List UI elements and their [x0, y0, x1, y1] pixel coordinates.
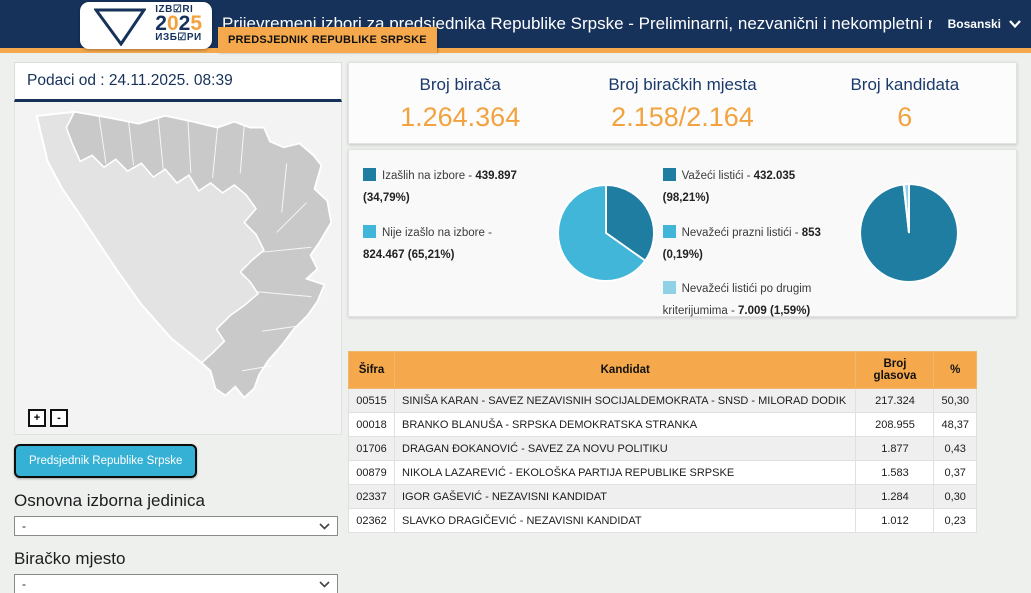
main-content: Podaci od : 24.11.2025. 08:39 + -: [0, 53, 1031, 593]
osnovna-izborna-jedinica-select[interactable]: -: [14, 516, 338, 536]
chevron-down-icon: [319, 523, 330, 530]
table-cell: 0,23: [934, 509, 977, 533]
stat-value: 2.158/2.164: [571, 102, 793, 133]
results-table: Šifra Kandidat Broj glasova % 00515SINIŠ…: [348, 351, 977, 533]
elections-2025-logo[interactable]: IZB☑RI 2025 ИЗБ☑РИ: [80, 2, 212, 49]
table-cell: 0,30: [934, 485, 977, 509]
filter-label-biracko-mjesto: Biračko mjesto: [14, 549, 342, 569]
table-cell: 02362: [349, 509, 395, 533]
logo-text: IZB☑RI 2025 ИЗБ☑РИ: [155, 5, 202, 43]
legend-text: Nevažeći prazni listići - 853 (0,19%): [663, 227, 821, 261]
turnout-legend: Izašlih na izbore - 439.897 (34,79%) Nije…: [363, 162, 533, 279]
table-cell: 1.877: [856, 437, 934, 461]
table-cell: 0,43: [934, 437, 977, 461]
table-cell: 00879: [349, 461, 395, 485]
stat-card: Broj biračkih mjesta 2.158/2.164: [571, 75, 793, 133]
legend-item: Izašlih na izbore - 439.897 (34,79%): [363, 166, 533, 210]
table-cell: SINIŠA KARAN - SAVEZ NEZAVISNIH SOCIJALD…: [395, 389, 856, 413]
ballots-legend: Važeći listići - 432.035 (98,21%) Nevažeć…: [663, 162, 835, 336]
legend-item: Nevažeći prazni listići - 853 (0,19%): [663, 223, 835, 267]
table-row: 01706DRAGAN ĐOKANOVIĆ - SAVEZ ZA NOVU PO…: [349, 437, 977, 461]
table-cell: 1.284: [856, 485, 934, 509]
col-header-kandidat: Kandidat: [395, 352, 856, 389]
summary-stats: Broj birača 1.264.364Broj biračkih mjesta…: [348, 62, 1017, 144]
ballots-pie-chart: [857, 181, 961, 285]
chevron-down-icon: [319, 581, 330, 588]
filter-label-osnovna-izborna-jedinica: Osnovna izborna jedinica: [14, 491, 342, 511]
legend-text: Izašlih na izbore - 439.897 (34,79%): [363, 170, 517, 204]
logo-year: 2025: [155, 13, 202, 34]
table-row: 02337IGOR GAŠEVIĆ - NEZAVISNI KANDIDAT1.…: [349, 485, 977, 509]
select-value: -: [22, 577, 26, 591]
legend-item: Važeći listići - 432.035 (98,21%): [663, 166, 835, 210]
turnout-chart: Izašlih na izbore - 439.897 (34,79%) Nije…: [359, 162, 657, 304]
table-cell: SLAVKO DRAGIČEVIĆ - NEZAVISNI KANDIDAT: [395, 509, 856, 533]
legend-text: Nevažeći listići po drugim kriterijumima…: [663, 283, 812, 317]
stat-card: Broj kandidata 6: [794, 75, 1016, 133]
chevron-down-icon: [1009, 20, 1021, 28]
table-cell: DRAGAN ĐOKANOVIĆ - SAVEZ ZA NOVU POLITIK…: [395, 437, 856, 461]
table-cell: 00018: [349, 413, 395, 437]
app-header: IZB☑RI 2025 ИЗБ☑РИ Prijevremeni izbori z…: [0, 0, 1031, 48]
logo-line2: ИЗБ☑РИ: [155, 33, 202, 43]
legend-swatch: [663, 281, 676, 294]
col-header-pct: %: [934, 352, 977, 389]
map-zoom-controls: + -: [28, 409, 68, 427]
map-zoom-out-button[interactable]: -: [50, 409, 68, 427]
stat-label: Broj birača: [349, 75, 571, 95]
stat-label: Broj biračkih mjesta: [571, 75, 793, 95]
logo-inner: IZB☑RI 2025 ИЗБ☑РИ: [88, 5, 204, 47]
ballot-funnel-icon: [94, 8, 146, 46]
legend-swatch: [363, 168, 376, 181]
pie-charts-section: Izašlih na izbore - 439.897 (34,79%) Nije…: [348, 149, 1017, 317]
map-zoom-in-button[interactable]: +: [28, 409, 46, 427]
table-cell: 00515: [349, 389, 395, 413]
table-cell: 1.012: [856, 509, 934, 533]
legend-text: Važeći listići - 432.035 (98,21%): [663, 170, 796, 204]
table-row: 00879NIKOLA LAZAREVIĆ - EKOLOŠKA PARTIJA…: [349, 461, 977, 485]
contest-button[interactable]: Predsjednik Republike Srpske: [14, 444, 197, 478]
results-table-head: Šifra Kandidat Broj glasova %: [349, 352, 977, 389]
biracko-mjesto-select[interactable]: -: [14, 574, 338, 593]
legend-swatch: [663, 225, 676, 238]
select-value: -: [22, 519, 26, 533]
language-selector[interactable]: Bosanski: [948, 0, 1021, 48]
table-cell: 1.583: [856, 461, 934, 485]
stat-card: Broj birača 1.264.364: [349, 75, 571, 133]
legend-swatch: [363, 225, 376, 238]
table-row: 00018BRANKO BLANUŠA - SRPSKA DEMOKRATSKA…: [349, 413, 977, 437]
table-cell: 208.955: [856, 413, 934, 437]
table-cell: 50,30: [934, 389, 977, 413]
legend-swatch: [663, 168, 676, 181]
table-cell: NIKOLA LAZAREVIĆ - EKOLOŠKA PARTIJA REPU…: [395, 461, 856, 485]
col-header-sifra: Šifra: [349, 352, 395, 389]
col-header-broj-glasova: Broj glasova: [856, 352, 934, 389]
language-label: Bosanski: [948, 17, 1001, 31]
stat-label: Broj kandidata: [794, 75, 1016, 95]
data-as-of: Podaci od : 24.11.2025. 08:39: [14, 62, 342, 102]
stat-value: 1.264.364: [349, 102, 571, 133]
table-cell: 01706: [349, 437, 395, 461]
table-cell: BRANKO BLANUŠA - SRPSKA DEMOKRATSKA STRA…: [395, 413, 856, 437]
left-panel: Podaci od : 24.11.2025. 08:39 + -: [14, 62, 342, 593]
table-cell: 217.324: [856, 389, 934, 413]
legend-item: Nije izašlo na izbore - 824.467 (65,21%): [363, 223, 533, 267]
table-row: 00515SINIŠA KARAN - SAVEZ NEZAVISNIH SOC…: [349, 389, 977, 413]
bosnia-map[interactable]: [15, 102, 341, 432]
legend-item: Nevažeći listići po drugim kriterijumima…: [663, 279, 835, 323]
right-panel: Broj birača 1.264.364Broj biračkih mjesta…: [348, 62, 1017, 593]
table-cell: 02337: [349, 485, 395, 509]
table-row: 02362SLAVKO DRAGIČEVIĆ - NEZAVISNI KANDI…: [349, 509, 977, 533]
tab-predsjednik-republike-srpske[interactable]: PREDSJEDNIK REPUBLIKE SRPSKE: [218, 27, 437, 53]
table-cell: IGOR GAŠEVIĆ - NEZAVISNI KANDIDAT: [395, 485, 856, 509]
table-cell: 48,37: [934, 413, 977, 437]
map-container[interactable]: + -: [14, 102, 342, 435]
stat-value: 6: [794, 102, 1016, 133]
legend-text: Nije izašlo na izbore - 824.467 (65,21%): [363, 227, 492, 261]
table-cell: 0,37: [934, 461, 977, 485]
ballots-chart: Važeći listići - 432.035 (98,21%) Nevažeć…: [657, 162, 1006, 304]
turnout-pie-chart: [555, 182, 657, 284]
